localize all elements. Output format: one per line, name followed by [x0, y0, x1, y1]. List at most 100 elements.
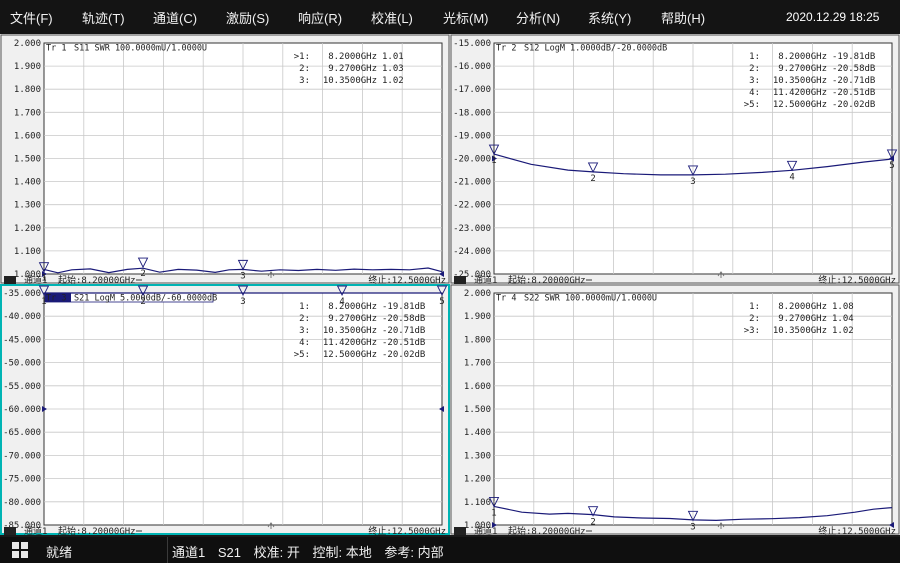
y-tick-label: 1.200: [464, 475, 491, 485]
marker-readout-value: 1.01: [382, 52, 404, 62]
marker-readout-freq: 9.2700GHz: [778, 64, 827, 74]
trace-panel-3[interactable]: -35.000 -40.000 -45.000 -50.000 -55.000 -60.0…: [0, 284, 450, 535]
y-tick-label: 1.600: [14, 131, 41, 141]
y-tick-label: -24.000: [453, 247, 491, 257]
marker-readout-index: >3:: [744, 326, 760, 336]
y-tick-label: -75.000: [3, 475, 41, 485]
trace-spec-label: S12 LogM 1.0000dB/-20.0000dB: [524, 44, 667, 54]
trace-panel-4[interactable]: 2.000 1.900 1.800 1.700 1.600 1.500 1.400 1.300…: [450, 284, 900, 535]
trace-id-label: Tr 2: [496, 44, 516, 54]
marker-readout-freq: 10.3500GHz: [323, 326, 377, 336]
menu-response[interactable]: 响应(R): [298, 8, 342, 27]
y-tick-label: -16.000: [453, 62, 491, 72]
menu-marker[interactable]: 光标(M): [443, 8, 489, 27]
channel-label: 通道1: [474, 525, 497, 535]
y-tick-label: -50.000: [3, 359, 41, 369]
y-tick-label: -70.000: [3, 451, 41, 461]
y-tick-label: 1.800: [464, 335, 491, 345]
marker-number: 5: [889, 161, 894, 171]
marker-number: 2: [590, 174, 595, 184]
marker-readout-index: 4:: [299, 338, 310, 348]
marker-number: 3: [240, 271, 245, 281]
marker-readout-value: -20.71dB: [832, 76, 875, 86]
marker-readout-value: -20.58dB: [832, 64, 875, 74]
windows-start-icon[interactable]: [12, 542, 28, 558]
status-ref: 参考: 内部: [384, 545, 444, 560]
marker-readout-index: >5:: [744, 100, 760, 110]
channel-number: 1: [7, 276, 12, 284]
y-tick-label: 1.100: [14, 247, 41, 257]
marker-readout-index: 3:: [299, 76, 310, 86]
marker-number: 1: [41, 297, 46, 307]
marker-readout-index: 2:: [299, 314, 310, 324]
status-channel: 通道1: [172, 545, 206, 560]
marker-readout-freq: 8.2000GHz: [328, 302, 377, 312]
marker-readout-freq: 8.2000GHz: [778, 302, 827, 312]
marker-readout-value: 1.02: [382, 76, 404, 86]
stop-frequency: 终止:12.5000GHz: [368, 274, 446, 284]
menu-stimulus[interactable]: 激励(S): [226, 8, 269, 27]
menu-calibration[interactable]: 校准(L): [371, 8, 413, 27]
trace-panel-1[interactable]: 2.000 1.900 1.800 1.700 1.600 1.500 1.400 1.300…: [0, 34, 450, 284]
marker-readout-freq: 9.2700GHz: [328, 64, 377, 74]
marker-readout-value: -19.81dB: [832, 52, 875, 62]
y-tick-label: 1.500: [14, 155, 41, 165]
marker-number: 2: [140, 269, 145, 279]
stop-frequency: 终止:12.5000GHz: [818, 274, 896, 284]
marker-readout-index: 2:: [299, 64, 310, 74]
y-tick-label: -23.000: [453, 224, 491, 234]
marker-readout-value: -20.02dB: [832, 100, 875, 110]
marker-readout-index: 1:: [749, 302, 760, 312]
menu-trace[interactable]: 轨迹(T): [82, 8, 125, 27]
marker-readout-freq: 8.2000GHz: [328, 52, 377, 62]
y-tick-label: 1.100: [464, 498, 491, 508]
y-tick-label: 1.700: [464, 359, 491, 369]
channel-label: 通道1: [24, 274, 47, 284]
marker-readout-index: 1:: [749, 52, 760, 62]
y-tick-label: -15.000: [453, 39, 491, 49]
trace-id-label: Tr 4: [496, 294, 516, 304]
channel-number: 4: [457, 527, 462, 535]
y-tick-label: -55.000: [3, 382, 41, 392]
marker-readout-value: 1.08: [832, 302, 854, 312]
marker-readout-index: 3:: [749, 76, 760, 86]
marker-number: 2: [590, 518, 595, 528]
channel-number: 2: [457, 276, 462, 284]
marker-readout-freq: 12.5000GHz: [323, 350, 377, 360]
status-left: 就绪: [0, 537, 168, 563]
y-tick-label: 1.900: [14, 62, 41, 72]
marker-number: 3: [240, 297, 245, 307]
stop-frequency: 终止:12.5000GHz: [818, 525, 896, 535]
marker-readout-freq: 8.2000GHz: [778, 52, 827, 62]
menu-analysis[interactable]: 分析(N): [516, 8, 560, 27]
marker-readout-index: 2:: [749, 64, 760, 74]
trace-spec-label: S22 SWR 100.0000mU/1.0000U: [524, 294, 657, 304]
marker-readout-freq: 12.5000GHz: [773, 100, 827, 110]
marker-readout-value: -20.51dB: [832, 88, 875, 98]
marker-readout-value: 1.02: [832, 326, 854, 336]
trace-id-label: Tr 1: [46, 44, 66, 54]
trace-panel-2[interactable]: -15.000 -16.000 -17.000 -18.000 -19.000 -20.0…: [450, 34, 900, 284]
marker-readout-index: >1:: [294, 52, 310, 62]
y-tick-label: -65.000: [3, 428, 41, 438]
channel-label: 通道1: [474, 274, 497, 284]
y-tick-label: -18.000: [453, 108, 491, 118]
marker-number: 3: [690, 177, 695, 187]
menu-system[interactable]: 系统(Y): [588, 8, 631, 27]
marker-number: 4: [789, 172, 794, 182]
marker-number: 1: [491, 156, 496, 166]
menu-channel[interactable]: 通道(C): [153, 8, 197, 27]
marker-readout-freq: 10.3500GHz: [773, 76, 827, 86]
y-tick-label: 1.500: [464, 405, 491, 415]
marker-readout-index: 3:: [299, 326, 310, 336]
marker-readout-index: >5:: [294, 350, 310, 360]
status-bar: 就绪 通道1 S21 校准: 开 控制: 本地 参考: 内部: [0, 537, 900, 563]
marker-readout-freq: 9.2700GHz: [778, 314, 827, 324]
channel-number: 3: [7, 527, 12, 535]
marker-readout-index: 2:: [749, 314, 760, 324]
y-tick-label: 1.400: [14, 178, 41, 188]
stop-frequency: 终止:12.5000GHz: [368, 525, 446, 535]
trace-spec-label: S11 SWR 100.0000mU/1.0000U: [74, 44, 207, 54]
menu-file[interactable]: 文件(F): [10, 8, 53, 27]
menu-help[interactable]: 帮助(H): [661, 8, 705, 27]
